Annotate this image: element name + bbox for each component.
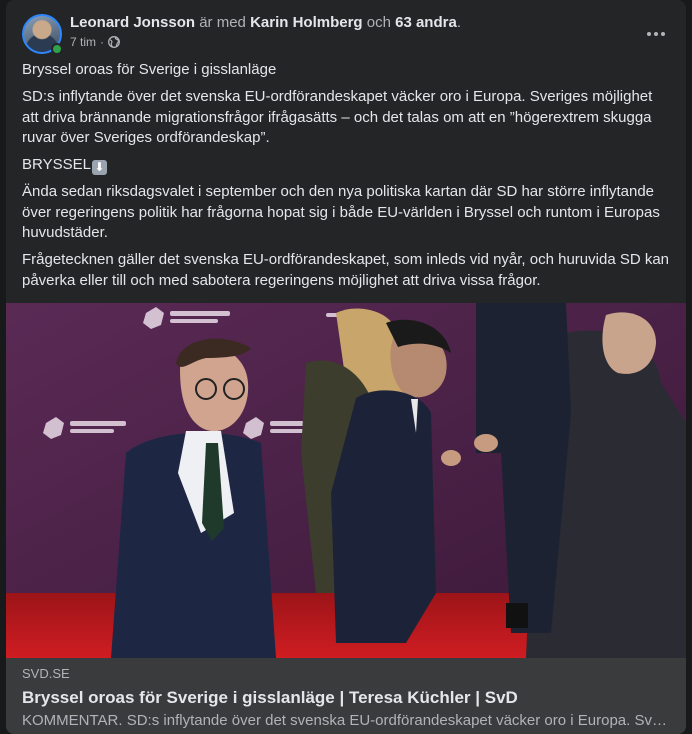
more-dot [654,32,658,36]
post-body: Bryssel oroas för Sverige i gisslanläge … [22,60,672,298]
and-text: och [366,14,391,31]
tagged-others[interactable]: 63 andra [395,14,457,31]
down-arrow-emoji-icon: ⬇ [91,160,107,175]
post-meta: 7 tim · [70,34,120,50]
link-title[interactable]: Bryssel oroas för Sverige i gisslanläge … [22,687,670,709]
online-status-dot [51,43,63,55]
globe-icon[interactable] [108,36,120,48]
link-domain: SVD.SE [22,666,70,681]
link-preview-image[interactable] [6,303,686,658]
body-paragraph: SD:s inflytande över det svenska EU-ordf… [22,88,653,146]
more-dot [647,32,651,36]
press-photo [6,303,686,658]
link-description: KOMMENTAR. SD:s inflytande över det sven… [22,712,670,729]
more-dot [661,32,665,36]
more-options-button[interactable] [638,16,674,52]
body-paragraph: Ända sedan riksdagsvalet i september och… [22,183,660,241]
body-headline: Bryssel oroas för Sverige i gisslanläge [22,61,277,78]
meta-separator: · [100,35,105,49]
author-name[interactable]: Leonard Jonsson [70,14,195,31]
post-title-line: Leonard Jonsson är med Karin Holmberg oc… [70,13,461,33]
title-period: . [456,14,461,31]
dateline-text: BRYSSEL [22,156,91,173]
post-timestamp[interactable]: 7 tim [70,34,96,50]
post-header: Leonard Jonsson är med Karin Holmberg oc… [22,12,670,56]
link-preview[interactable]: SVD.SE Bryssel oroas för Sverige i gissl… [6,658,686,734]
post-card: Leonard Jonsson är med Karin Holmberg oc… [6,0,686,734]
body-paragraph: Frågetecknen gäller det svenska EU-ordfö… [22,251,670,289]
with-text: är med [199,14,246,31]
tagged-person[interactable]: Karin Holmberg [250,14,363,31]
body-dateline: BRYSSEL ⬇ [22,155,672,176]
